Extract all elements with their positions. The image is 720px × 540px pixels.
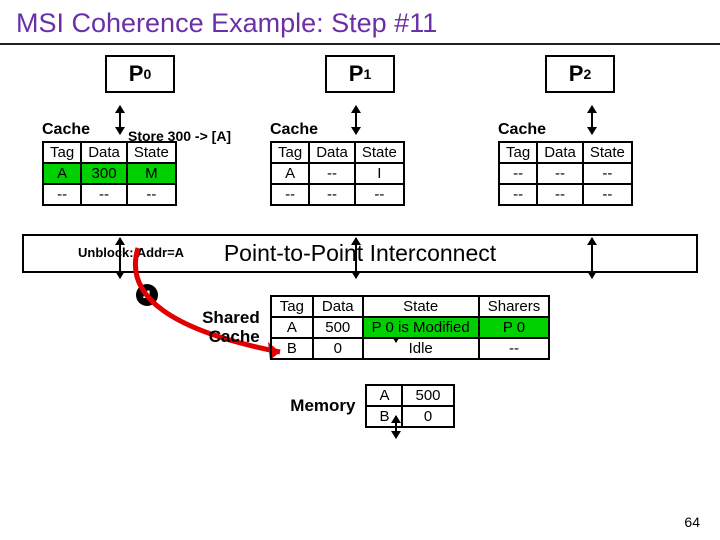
col-state: State — [127, 142, 176, 163]
cell-tag: A — [43, 163, 81, 184]
cache-table-p2: Tag Data State -- -- -- -- -- -- — [498, 141, 633, 206]
cache-table-p0: Tag Data State A 300 M -- -- -- — [42, 141, 177, 206]
memory-block: Memory A 500 B 0 — [265, 384, 454, 428]
cell-state: -- — [583, 184, 632, 205]
cache-table-p1: Tag Data State A -- I -- -- -- — [270, 141, 405, 206]
sh-col-tag: Tag — [271, 296, 313, 317]
cache-row: Cache Tag Data State A 300 M -- -- -- Ca… — [0, 121, 720, 206]
lower-area: Shared Cache Tag Data State Sharers A 50… — [0, 295, 720, 428]
proc-letter: P — [569, 61, 584, 87]
interconnect-box: Point-to-Point Interconnect — [22, 234, 698, 273]
proc-sub: 1 — [363, 66, 371, 82]
proc-sub: 2 — [583, 66, 591, 82]
processor-p2: P2 — [545, 55, 615, 93]
memory-label: Memory — [265, 397, 355, 416]
cell-tag: -- — [43, 184, 81, 205]
sh-cell-sharers: -- — [479, 338, 550, 359]
sh-cell-state: Idle — [363, 338, 479, 359]
cell-data: -- — [537, 163, 583, 184]
cell-tag: -- — [271, 184, 309, 205]
cell-data: -- — [81, 184, 127, 205]
sh-cell-state: P 0 is Modified — [363, 317, 479, 338]
sh-cell-sharers: P 0 — [479, 317, 550, 338]
shared-label-l1: Shared — [202, 308, 260, 327]
mem-cell-data: 500 — [402, 385, 453, 406]
cell-data: -- — [309, 184, 355, 205]
processor-p0: P0 — [105, 55, 175, 93]
cell-state: I — [355, 163, 404, 184]
processor-p1: P1 — [325, 55, 395, 93]
mem-cell-tag: A — [366, 385, 402, 406]
processor-row: P0 P1 P2 — [0, 55, 720, 93]
cell-data: -- — [309, 163, 355, 184]
cell-data: 300 — [81, 163, 127, 184]
slide-title: MSI Coherence Example: Step #11 — [0, 0, 720, 45]
proc-letter: P — [349, 61, 364, 87]
cell-data: -- — [537, 184, 583, 205]
col-data: Data — [81, 142, 127, 163]
col-state: State — [583, 142, 632, 163]
shared-label: Shared Cache — [170, 309, 260, 346]
col-data: Data — [309, 142, 355, 163]
sh-col-state: State — [363, 296, 479, 317]
mem-cell-tag: B — [366, 406, 402, 427]
col-state: State — [355, 142, 404, 163]
sh-cell-tag: B — [271, 338, 313, 359]
sh-cell-data: 0 — [313, 338, 363, 359]
col-tag: Tag — [271, 142, 309, 163]
shared-table: Tag Data State Sharers A 500 P 0 is Modi… — [270, 295, 551, 360]
cell-state: -- — [127, 184, 176, 205]
cell-tag: A — [271, 163, 309, 184]
cell-state: M — [127, 163, 176, 184]
cache-p0: Cache Tag Data State A 300 M -- -- -- — [42, 121, 222, 206]
sh-cell-data: 500 — [313, 317, 363, 338]
sh-cell-tag: A — [271, 317, 313, 338]
sh-col-sharers: Sharers — [479, 296, 550, 317]
proc-sub: 0 — [143, 66, 151, 82]
cache-label: Cache — [42, 121, 222, 139]
col-tag: Tag — [499, 142, 537, 163]
col-data: Data — [537, 142, 583, 163]
page-number: 64 — [684, 514, 700, 530]
shared-label-l2: Cache — [209, 327, 260, 346]
sh-col-data: Data — [313, 296, 363, 317]
cell-state: -- — [583, 163, 632, 184]
mem-cell-data: 0 — [402, 406, 453, 427]
cache-label: Cache — [270, 121, 450, 139]
proc-letter: P — [129, 61, 144, 87]
cell-tag: -- — [499, 163, 537, 184]
memory-table: A 500 B 0 — [365, 384, 454, 428]
step-badge: 4 — [136, 284, 158, 306]
shared-cache-block: Shared Cache Tag Data State Sharers A 50… — [170, 295, 551, 360]
col-tag: Tag — [43, 142, 81, 163]
cell-tag: -- — [499, 184, 537, 205]
cache-label: Cache — [498, 121, 678, 139]
cell-state: -- — [355, 184, 404, 205]
cache-p1: Cache Tag Data State A -- I -- -- -- — [270, 121, 450, 206]
cache-p2: Cache Tag Data State -- -- -- -- -- -- — [498, 121, 678, 206]
